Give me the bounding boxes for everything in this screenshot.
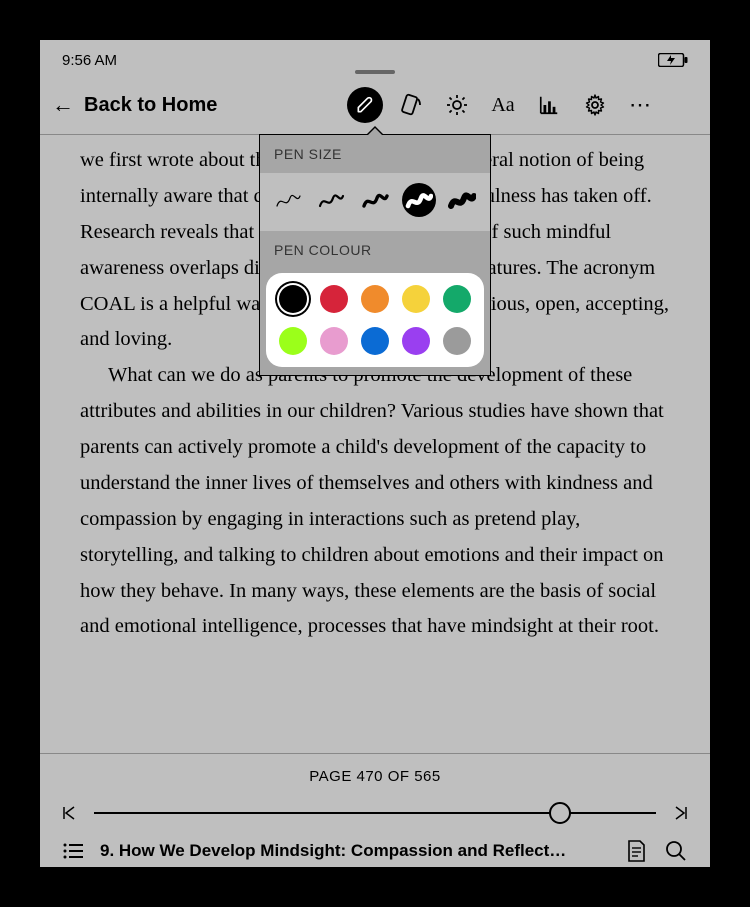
page-count: PAGE 470 OF 565 (60, 768, 690, 785)
colour-swatch-8[interactable] (361, 327, 389, 355)
footer: PAGE 470 OF 565 9. How We Develop Mindsi… (40, 754, 710, 867)
reader-screen: 9:56 AM ← Back to Home (40, 40, 710, 867)
clock: 9:56 AM (62, 52, 117, 69)
toolbar-right: Aa ⋯ (344, 80, 662, 130)
rotation-icon (399, 93, 423, 117)
more-icon: ⋯ (629, 92, 653, 118)
pen-size-row (260, 173, 490, 231)
font-button[interactable]: Aa (482, 84, 524, 126)
pen-size-option-5[interactable] (445, 183, 479, 217)
pen-icon (347, 87, 383, 123)
back-label: Back to Home (84, 94, 217, 117)
pen-size-option-1[interactable] (271, 183, 305, 217)
colour-swatch-5[interactable] (443, 285, 471, 313)
slider-thumb[interactable] (549, 802, 571, 824)
colour-swatch-9[interactable] (402, 327, 430, 355)
colour-swatch-2[interactable] (320, 285, 348, 313)
back-button[interactable]: ← Back to Home (52, 92, 217, 118)
colour-swatch-6[interactable] (279, 327, 307, 355)
battery-icon (658, 53, 688, 67)
pen-colour-grid (266, 273, 484, 367)
progress-row (60, 803, 690, 823)
chapter-row: 9. How We Develop Mindsight: Compassion … (60, 837, 690, 865)
prev-chapter-button[interactable] (60, 803, 80, 823)
gear-icon (583, 93, 607, 117)
settings-button[interactable] (574, 84, 616, 126)
status-bar: 9:56 AM (40, 40, 710, 80)
progress-slider[interactable] (94, 803, 656, 823)
rotation-lock-button[interactable] (390, 84, 432, 126)
brightness-button[interactable] (436, 84, 478, 126)
search-button[interactable] (662, 837, 690, 865)
colour-swatch-4[interactable] (402, 285, 430, 313)
colour-swatch-3[interactable] (361, 285, 389, 313)
pen-popover: PEN SIZE PEN COLOUR (259, 134, 491, 376)
back-arrow-icon: ← (52, 92, 74, 118)
chapter-title[interactable]: 9. How We Develop Mindsight: Compassion … (100, 841, 610, 861)
sun-icon (445, 93, 469, 117)
pen-tool-button[interactable] (344, 84, 386, 126)
next-chapter-button[interactable] (670, 803, 690, 823)
paragraph-2: What can we do as parents to promote the… (80, 358, 670, 645)
colour-swatch-7[interactable] (320, 327, 348, 355)
pen-size-option-3[interactable] (358, 183, 392, 217)
colour-swatch-1[interactable] (279, 285, 307, 313)
pen-size-header: PEN SIZE (260, 135, 490, 173)
stats-button[interactable] (528, 84, 570, 126)
slider-track (94, 812, 656, 814)
pen-size-option-4[interactable] (402, 183, 436, 217)
drag-handle[interactable] (355, 70, 395, 74)
top-toolbar: ← Back to Home Aa (40, 80, 710, 130)
toc-button[interactable] (60, 837, 88, 865)
font-icon: Aa (491, 94, 514, 117)
pen-colour-header: PEN COLOUR (260, 231, 490, 269)
pen-size-option-2[interactable] (314, 183, 348, 217)
stats-icon (538, 94, 560, 116)
colour-swatch-10[interactable] (443, 327, 471, 355)
notes-button[interactable] (622, 837, 650, 865)
more-button[interactable]: ⋯ (620, 84, 662, 126)
